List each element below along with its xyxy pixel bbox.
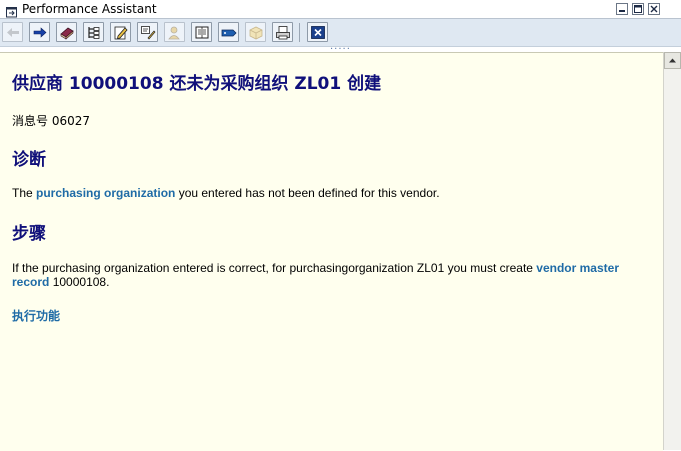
close-window-button[interactable]	[648, 3, 660, 15]
edit-button[interactable]	[110, 22, 131, 42]
purchasing-organization-link[interactable]: purchasing organization	[36, 186, 175, 200]
diagnosis-text-end: you entered has not been defined for thi…	[175, 186, 440, 200]
book-button[interactable]	[56, 22, 77, 42]
execute-function-link[interactable]: 执行功能	[12, 307, 60, 324]
message-number: 消息号 06027	[12, 114, 90, 128]
user-button[interactable]	[164, 22, 185, 42]
triangle-up-icon	[669, 58, 676, 63]
toolbar-separator	[299, 23, 300, 42]
window-icon	[6, 3, 18, 18]
forward-button[interactable]	[29, 22, 50, 42]
transport-button[interactable]	[245, 22, 266, 42]
package-icon	[249, 26, 263, 40]
close-icon	[311, 26, 325, 39]
minimize-button[interactable]	[616, 3, 628, 15]
tag-button[interactable]	[218, 22, 239, 42]
procedure-text: If the purchasing organization entered i…	[12, 261, 642, 289]
hierarchy-icon	[88, 27, 100, 39]
toolbar: .....	[0, 19, 681, 52]
pencil-icon	[114, 26, 128, 40]
scroll-up-button[interactable]	[664, 52, 681, 69]
book-icon	[60, 27, 74, 40]
tag-icon	[221, 29, 237, 37]
window-title: Performance Assistant	[22, 2, 157, 16]
maximize-button[interactable]	[632, 3, 644, 15]
help-content: 供应商 10000108 还未为采购组织 ZL01 创建 消息号 06027 诊…	[0, 52, 663, 451]
diagnosis-text: The purchasing organization you entered …	[12, 186, 652, 200]
document-icon	[195, 26, 209, 39]
vertical-scrollbar[interactable]	[663, 52, 681, 450]
diagnosis-heading: 诊断	[12, 150, 46, 170]
procedure-text-start: If the purchasing organization entered i…	[12, 261, 537, 275]
document-button[interactable]	[191, 22, 212, 42]
page-title: 供应商 10000108 还未为采购组织 ZL01 创建	[12, 74, 382, 94]
back-button[interactable]	[2, 22, 23, 42]
close-button[interactable]	[307, 22, 328, 42]
printer-icon	[276, 26, 290, 40]
toolbar-grip[interactable]: .....	[330, 42, 351, 52]
tech-info-icon	[141, 26, 156, 40]
person-icon	[168, 26, 180, 40]
procedure-heading: 步骤	[12, 224, 46, 244]
technical-info-button[interactable]	[137, 22, 158, 42]
print-button[interactable]	[272, 22, 293, 42]
arrow-left-icon	[7, 28, 19, 37]
diagnosis-text-start: The	[12, 186, 37, 200]
arrow-right-icon	[33, 27, 47, 38]
structure-button[interactable]	[83, 22, 104, 42]
procedure-text-end: 10000108.	[49, 275, 110, 289]
title-bar: Performance Assistant	[0, 0, 681, 19]
